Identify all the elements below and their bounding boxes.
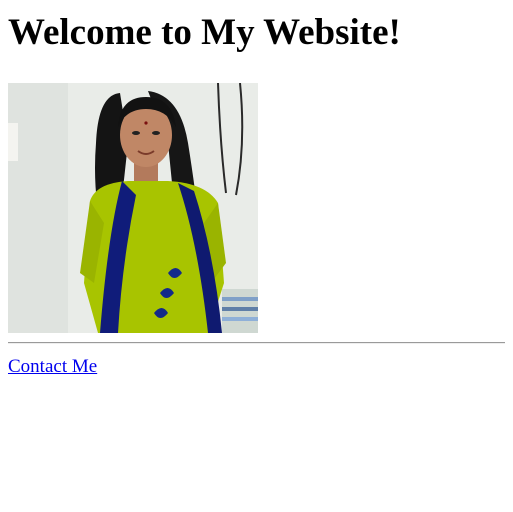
profile-photo bbox=[8, 83, 258, 333]
page-title: Welcome to My Website! bbox=[8, 12, 401, 53]
page-body: Welcome to My Website! Contact Me bbox=[0, 12, 513, 378]
contact-me-link[interactable]: Contact Me bbox=[8, 356, 97, 378]
divider bbox=[8, 342, 505, 344]
